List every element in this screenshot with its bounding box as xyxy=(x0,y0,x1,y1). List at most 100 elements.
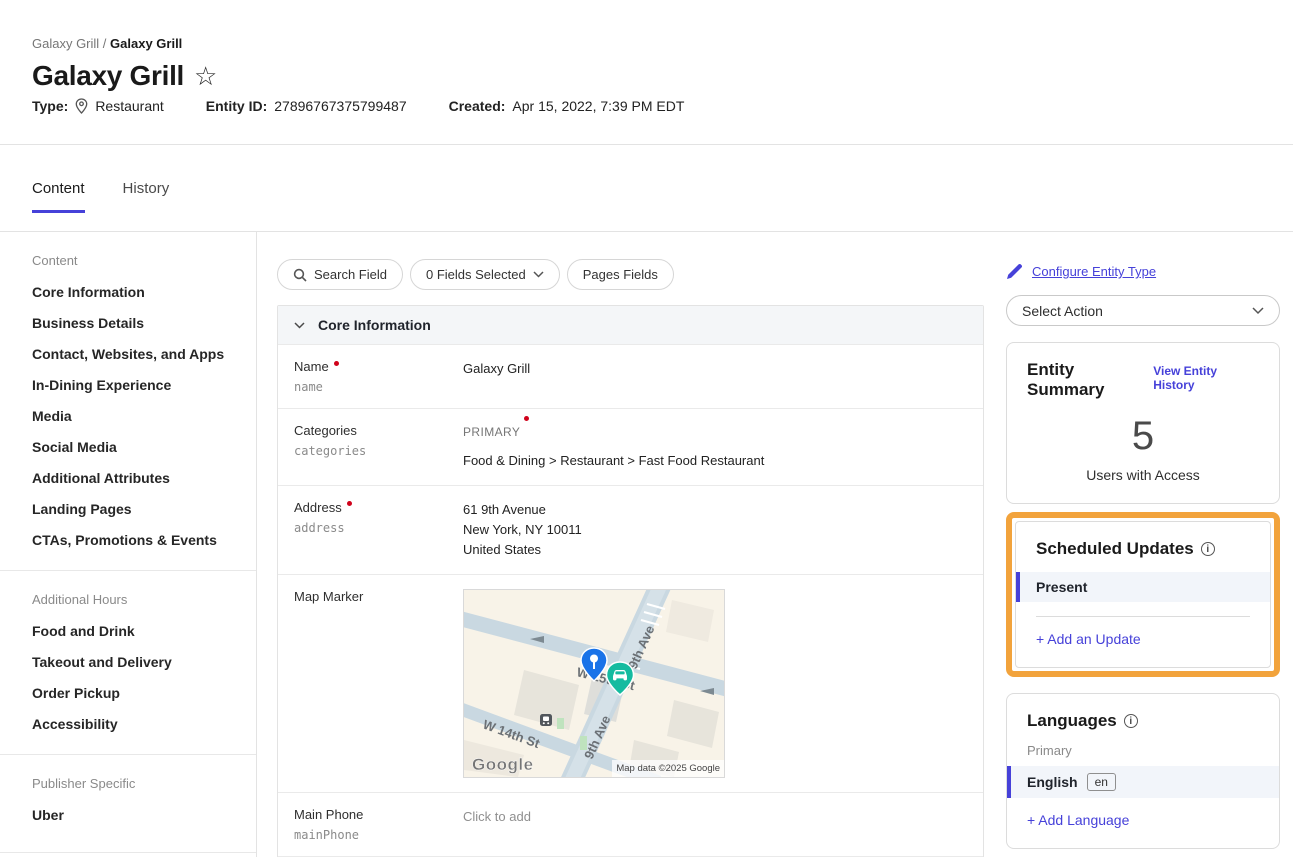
fields-selected-label: 0 Fields Selected xyxy=(426,267,526,282)
add-update-link[interactable]: + Add an Update xyxy=(1036,631,1250,647)
search-field-label: Search Field xyxy=(314,267,387,282)
right-rail: Configure Entity Type Select Action Enti… xyxy=(1006,232,1280,857)
field-value-address[interactable]: 61 9th Avenue New York, NY 10011 United … xyxy=(463,500,582,560)
language-code-badge: en xyxy=(1087,773,1116,791)
sidebar-item-core-information[interactable]: Core Information xyxy=(32,276,256,307)
sidebar-item-order-pickup[interactable]: Order Pickup xyxy=(32,677,256,708)
chevron-down-icon xyxy=(1252,307,1264,315)
collapse-chevron-icon[interactable] xyxy=(294,322,305,329)
header-divider xyxy=(0,144,1293,145)
nav-divider xyxy=(0,570,256,571)
tab-history[interactable]: History xyxy=(123,180,170,213)
tab-bar: Content History xyxy=(32,180,169,213)
entity-meta: Type: Restaurant Entity ID: 278967673757… xyxy=(32,98,684,114)
users-with-access-label: Users with Access xyxy=(1027,467,1259,483)
sidebar-item-uber[interactable]: Uber xyxy=(32,799,256,830)
categories-primary-label: PRIMARY xyxy=(463,423,520,442)
search-field-button[interactable]: Search Field xyxy=(277,259,403,290)
fields-selected-dropdown[interactable]: 0 Fields Selected xyxy=(410,259,560,290)
sidebar-item-contact-websites-apps[interactable]: Contact, Websites, and Apps xyxy=(32,338,256,369)
field-row-name: Name name Galaxy Grill xyxy=(278,344,983,408)
location-pin-icon xyxy=(75,98,88,114)
created-label: Created: xyxy=(449,98,506,114)
nav-divider xyxy=(0,852,256,853)
section-title: Core Information xyxy=(318,317,431,333)
field-value-categories[interactable]: PRIMARY Food & Dining > Restaurant > Fas… xyxy=(463,423,764,471)
languages-card: Languages i Primary English en + Add Lan… xyxy=(1006,693,1280,849)
favorite-star-icon[interactable]: ☆ xyxy=(194,63,217,89)
field-toolbar: Search Field 0 Fields Selected Pages Fie… xyxy=(277,259,984,290)
nav-section-header-additional-hours: Additional Hours xyxy=(32,592,256,607)
sidebar-item-accessibility[interactable]: Accessibility xyxy=(32,708,256,739)
view-entity-history-link[interactable]: View Entity History xyxy=(1153,364,1259,392)
sidebar-item-social-media[interactable]: Social Media xyxy=(32,431,256,462)
language-row-english[interactable]: English en xyxy=(1007,766,1279,798)
entity-page: Galaxy Grill / Galaxy Grill Galaxy Grill… xyxy=(0,0,1293,857)
field-row-address: Address address 61 9th Avenue New York, … xyxy=(278,485,983,574)
nav-divider xyxy=(0,754,256,755)
field-api-address: address xyxy=(294,521,463,535)
type-label: Type: xyxy=(32,98,68,114)
map-attribution: Map data ©2025 Google xyxy=(616,763,720,774)
configure-entity-type-link[interactable]: Configure Entity Type xyxy=(1032,264,1156,279)
language-name: English xyxy=(1027,774,1078,790)
sidebar-item-media[interactable]: Media xyxy=(32,400,256,431)
select-action-dropdown[interactable]: Select Action xyxy=(1006,295,1280,326)
info-icon[interactable]: i xyxy=(1201,542,1215,556)
field-row-map-marker: Map Marker xyxy=(278,574,983,792)
entity-id-value: 27896767375799487 xyxy=(274,98,406,114)
required-dot xyxy=(524,416,529,421)
categories-path[interactable]: Food & Dining > Restaurant > Fast Food R… xyxy=(463,451,764,471)
sidebar-item-business-details[interactable]: Business Details xyxy=(32,307,256,338)
address-line-2: New York, NY 10011 xyxy=(463,520,582,540)
breadcrumb-current: Galaxy Grill xyxy=(110,36,182,51)
field-api-main-phone: mainPhone xyxy=(294,828,463,842)
breadcrumb-parent[interactable]: Galaxy Grill xyxy=(32,36,99,51)
info-icon[interactable]: i xyxy=(1124,714,1138,728)
sidebar-item-additional-attributes[interactable]: Additional Attributes xyxy=(32,462,256,493)
sidebar-item-takeout-and-delivery[interactable]: Takeout and Delivery xyxy=(32,646,256,677)
created-value: Apr 15, 2022, 7:39 PM EDT xyxy=(512,98,684,114)
entity-summary-title: Entity Summary xyxy=(1027,360,1153,400)
sidebar-item-in-dining-experience[interactable]: In-Dining Experience xyxy=(32,369,256,400)
scheduled-updates-card: Scheduled Updates i Present + Add an Upd… xyxy=(1015,521,1271,668)
primary-language-label: Primary xyxy=(1027,743,1259,758)
sidebar-item-landing-pages[interactable]: Landing Pages xyxy=(32,493,256,524)
tab-content[interactable]: Content xyxy=(32,180,85,213)
add-language-link[interactable]: + Add Language xyxy=(1027,812,1259,828)
map-widget[interactable]: W 15th St W 14th St 9th Ave 9th Ave xyxy=(463,589,725,778)
core-information-section-header[interactable]: Core Information xyxy=(278,306,983,344)
main-content: Search Field 0 Fields Selected Pages Fie… xyxy=(277,232,984,857)
sidebar-item-food-and-drink[interactable]: Food and Drink xyxy=(32,615,256,646)
address-line-3: United States xyxy=(463,540,582,560)
languages-title: Languages xyxy=(1027,711,1117,731)
scheduled-update-present-label: Present xyxy=(1036,579,1087,595)
type-value: Restaurant xyxy=(95,98,163,114)
scheduled-updates-title: Scheduled Updates xyxy=(1036,539,1194,559)
field-row-categories: Categories categories PRIMARY Food & Din… xyxy=(278,408,983,485)
google-logo: Google xyxy=(472,755,534,774)
sidebar-item-ctas-promotions-events[interactable]: CTAs, Promotions & Events xyxy=(32,524,256,555)
field-api-name: name xyxy=(294,380,463,394)
field-value-main-phone[interactable]: Click to add xyxy=(463,807,531,842)
map-image[interactable]: W 15th St W 14th St 9th Ave 9th Ave xyxy=(464,590,724,777)
page-title: Galaxy Grill xyxy=(32,60,184,92)
address-line-1: 61 9th Avenue xyxy=(463,500,582,520)
field-label-main-phone: Main Phone xyxy=(294,807,363,822)
field-row-main-phone: Main Phone mainPhone Click to add xyxy=(278,792,983,856)
field-value-name[interactable]: Galaxy Grill xyxy=(463,359,530,394)
pages-fields-button[interactable]: Pages Fields xyxy=(567,259,674,290)
field-label-address: Address xyxy=(294,500,342,515)
entity-summary-card: Entity Summary View Entity History 5 Use… xyxy=(1006,342,1280,504)
required-dot xyxy=(347,501,352,506)
nav-section-header-content: Content xyxy=(32,253,256,268)
bus-stop-icon xyxy=(540,714,552,726)
scheduled-update-present-row[interactable]: Present xyxy=(1016,572,1270,602)
card-divider xyxy=(1036,616,1250,617)
breadcrumb: Galaxy Grill / Galaxy Grill xyxy=(32,36,182,51)
field-api-categories: categories xyxy=(294,444,463,458)
search-icon xyxy=(293,268,307,282)
pages-fields-label: Pages Fields xyxy=(583,267,658,282)
field-label-name: Name xyxy=(294,359,329,374)
users-with-access-count: 5 xyxy=(1027,414,1259,459)
